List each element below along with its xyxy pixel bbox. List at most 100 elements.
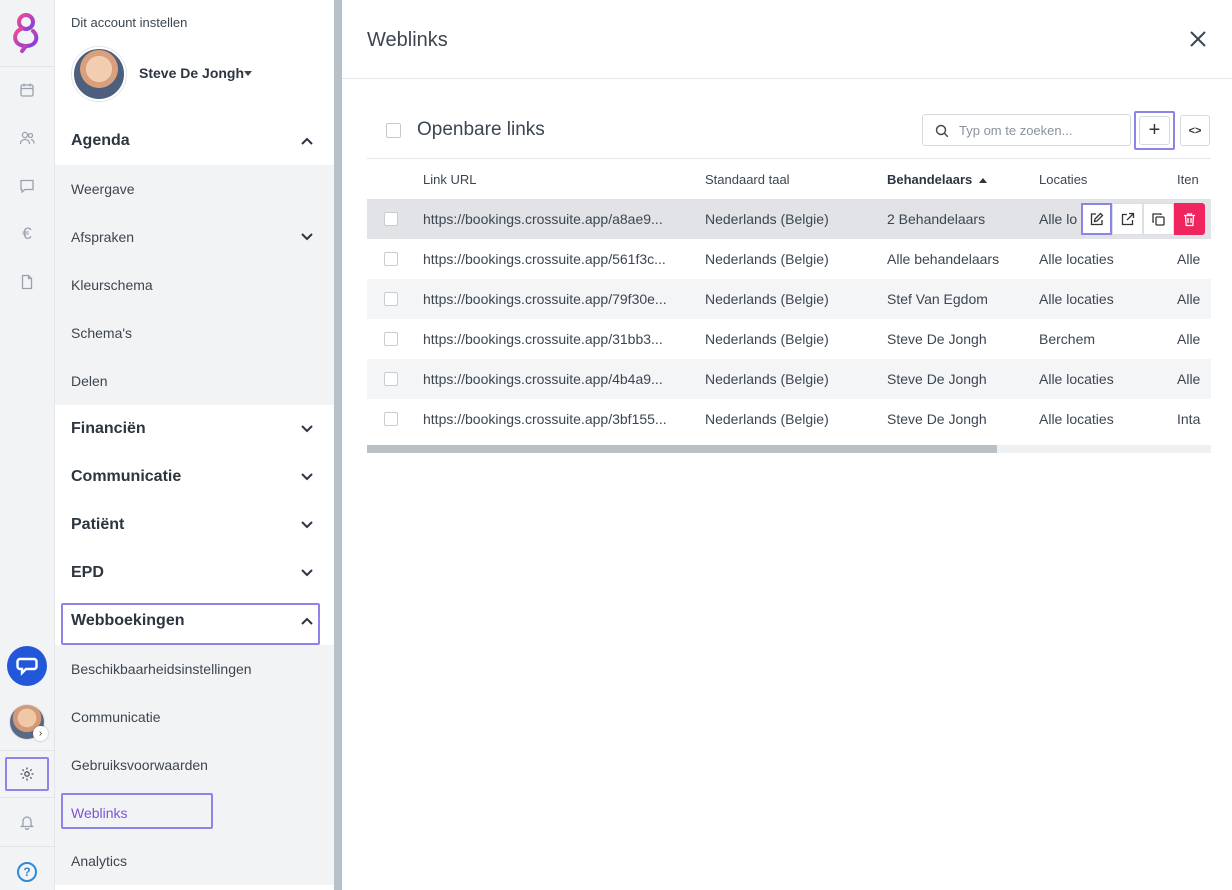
cell-language: Nederlands (Belgie) [705,331,829,347]
page-title: Weblinks [367,29,448,51]
copy-link-button[interactable] [1143,203,1174,235]
menu-item-communicatie[interactable]: Communicatie [55,693,334,741]
table-header: Link URL Standaard taal Behandelaars Loc… [367,159,1211,199]
user-avatar [72,47,126,101]
rail-divider [0,797,55,798]
menu-item-delen[interactable]: Delen [55,357,334,405]
section-epd[interactable]: EPD [55,549,334,597]
section-communicatie[interactable]: Communicatie [55,453,334,501]
support-chat-button[interactable] [7,646,47,686]
search-input[interactable] [959,120,1124,140]
table-row[interactable]: https://bookings.crossuite.app/79f30e...… [367,279,1211,319]
menu-item-label: Communicatie [71,709,161,725]
search-box[interactable] [922,114,1131,146]
cell-link-url: https://bookings.crossuite.app/4b4a9... [423,371,663,387]
cell-link-url: https://bookings.crossuite.app/561f3c... [423,251,666,267]
row-checkbox[interactable] [384,252,398,266]
chat-icon[interactable] [17,176,37,196]
embed-code-button[interactable]: <> [1180,115,1210,146]
cell-practitioners: Stef Van Egdom [887,291,988,307]
section-patient[interactable]: Patiënt [55,501,334,549]
table-row[interactable]: https://bookings.crossuite.app/4b4a9... … [367,359,1211,399]
close-icon[interactable] [1188,29,1208,49]
row-checkbox[interactable] [384,292,398,306]
column-header-items[interactable]: Iten [1177,172,1199,187]
row-checkbox[interactable] [384,332,398,346]
table-row[interactable]: https://bookings.crossuite.app/a8ae9... … [367,199,1211,239]
users-icon[interactable] [17,128,37,148]
menu-item-analytics[interactable]: Analytics [55,837,334,885]
menu-item-schemas[interactable]: Schema's [55,309,334,357]
menu-item-label: Weblinks [71,805,128,821]
open-link-button[interactable] [1112,203,1143,235]
settings-button[interactable] [5,757,49,791]
section-agenda[interactable]: Agenda [55,117,334,165]
section-label: Agenda [71,132,130,149]
table-row[interactable]: https://bookings.crossuite.app/561f3c...… [367,239,1211,279]
delete-button[interactable] [1174,203,1205,235]
menu-item-kleurschema[interactable]: Kleurschema [55,261,334,309]
menu-item-label: Schema's [71,325,133,341]
user-name-dropdown[interactable]: Steve De Jongh [139,65,244,81]
cell-link-url: https://bookings.crossuite.app/31bb3... [423,331,663,347]
menu-item-beschikbaarheidsinstellingen[interactable]: Beschikbaarheidsinstellingen [55,645,334,693]
edit-button[interactable] [1081,203,1112,235]
account-settings-title: Dit account instellen [71,15,188,30]
column-header-locaties[interactable]: Locaties [1039,172,1087,187]
panel-header: Weblinks [342,0,1232,79]
row-checkbox[interactable] [384,412,398,426]
cell-items: Alle [1177,331,1201,347]
help-icon[interactable]: ? [17,862,37,882]
cell-practitioners: 2 Behandelaars [887,211,986,227]
chevron-down-icon [301,569,313,577]
menu-item-label: Kleurschema [71,277,153,293]
cell-practitioners: Steve De Jongh [887,371,987,387]
menu-item-label: Weergave [71,181,135,197]
menu-item-weergave[interactable]: Weergave [55,165,334,213]
bell-icon[interactable] [17,812,37,832]
caret-down-icon[interactable] [244,71,252,76]
cell-locations: Alle locaties [1039,251,1114,267]
edit-icon [1090,212,1104,225]
section-label: Patiënt [71,516,125,533]
section-webboekingen[interactable]: Webboekingen [55,597,334,645]
chevron-up-icon [301,617,313,625]
menu-item-weblinks[interactable]: Weblinks [55,789,334,837]
select-all-checkbox[interactable] [386,123,401,138]
table-row[interactable]: https://bookings.crossuite.app/3bf155...… [367,399,1211,439]
menu-item-label: Delen [71,373,108,389]
rail-divider [0,846,55,847]
calendar-icon[interactable] [17,80,37,100]
rail-divider [0,750,55,751]
chevron-down-icon [301,233,313,241]
table-title: Openbare links [417,119,545,140]
user-avatar-button[interactable]: › [9,704,48,741]
row-checkbox[interactable] [384,212,398,226]
column-header-behandelaars[interactable]: Behandelaars [887,172,988,187]
copy-icon [1152,212,1165,226]
cell-language: Nederlands (Belgie) [705,211,829,227]
column-header-standaard-taal[interactable]: Standaard taal [705,172,790,187]
scrollbar-thumb[interactable] [367,445,997,453]
add-weblink-button[interactable]: + [1134,111,1175,150]
table-row[interactable]: https://bookings.crossuite.app/31bb3... … [367,319,1211,359]
chevron-right-icon: › [33,726,48,741]
app-logo[interactable] [9,10,45,54]
horizontal-scrollbar[interactable] [367,445,1211,453]
document-icon[interactable] [17,272,37,292]
panel-divider[interactable] [334,0,342,890]
section-financien[interactable]: Financiën [55,405,334,453]
menu-item-gebruiksvoorwaarden[interactable]: Gebruiksvoorwaarden [55,741,334,789]
cell-locations: Berchem [1039,331,1096,347]
column-header-link-url[interactable]: Link URL [423,172,476,187]
menu-item-afspraken[interactable]: Afspraken [55,213,334,261]
cell-practitioners: Steve De Jongh [887,411,987,427]
cell-language: Nederlands (Belgie) [705,291,829,307]
cell-link-url: https://bookings.crossuite.app/3bf155... [423,411,667,427]
settings-menu: Dit account instellen Steve De Jongh Age… [55,0,334,890]
chevron-down-icon [301,521,313,529]
chevron-down-icon [301,473,313,481]
row-checkbox[interactable] [384,372,398,386]
euro-icon[interactable]: € [17,224,37,244]
cell-link-url: https://bookings.crossuite.app/a8ae9... [423,211,663,227]
